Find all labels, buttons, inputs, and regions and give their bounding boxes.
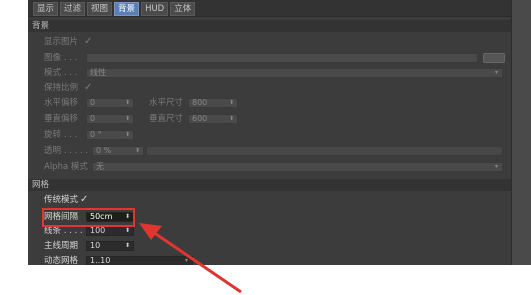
section-header-grid[interactable]: 网格 [28,179,511,191]
mode-dropdown[interactable]: 线性 ▾ [86,68,503,78]
h-offset-value: 0 [90,98,96,107]
spinner-icon[interactable]: ⬍ [125,115,130,123]
alpha-mode-label: Alpha 模式 [44,162,88,172]
highlight-box [42,208,135,227]
v-offset-value: 0 [90,114,96,123]
h-offset-label: 水平偏移 [44,98,79,108]
row-offset-size-h: 水平偏移 0 ⬍ 水平尺寸 800 ⬍ [28,96,511,110]
major-period-label: 主线周期 [44,241,79,251]
row-offset-size-v: 垂直偏移 0 ⬍ 垂直尺寸 600 ⬍ [28,112,511,126]
tab-view[interactable]: 视图 [87,2,113,16]
keep-ratio-checkbox-icon[interactable]: ✓ [84,81,92,95]
image-browse-button[interactable] [483,53,505,63]
chevron-down-icon: ▾ [494,163,498,170]
dynamic-grid-value: 1..10 [90,256,111,265]
mode-value: 线性 [90,68,106,77]
row-dynamic-grid: 动态网格 1..10 ▾ [28,254,511,265]
spinner-icon[interactable]: ⬍ [125,227,130,235]
tab-stereo[interactable]: 立体 [170,2,196,16]
tab-filter[interactable]: 过滤 [60,2,86,16]
row-alpha-mode: Alpha 模式 无 ▾ [28,160,511,174]
image-label: 图像 . . . [44,53,78,63]
row-transparency: 透明 . . . . . 0 % ⬍ [28,144,511,158]
spinner-icon[interactable]: ⬍ [135,147,140,155]
row-image: 图像 . . . [28,51,511,65]
transparency-slider[interactable] [146,146,503,156]
h-offset-field[interactable]: 0 ⬍ [86,98,134,108]
show-image-checkbox-icon[interactable]: ✓ [84,35,92,49]
chevron-down-icon: ▾ [494,69,498,76]
spinner-icon[interactable]: ⬍ [229,115,234,123]
row-keep-ratio: 保持比例 ✓ [28,81,511,95]
legacy-mode-label: 传统模式 [44,195,79,205]
chevron-down-icon: ▾ [184,257,188,264]
row-legacy-mode: 传统模式 ✓ [28,193,511,207]
major-period-value: 10 [90,241,101,250]
v-offset-field[interactable]: 0 ⬍ [86,114,134,124]
right-scrollbar[interactable] [511,0,531,265]
spinner-icon[interactable]: ⬍ [125,99,130,107]
v-offset-label: 垂直偏移 [44,114,79,124]
spinner-icon[interactable]: ⬍ [229,99,234,107]
row-show-image: 显示图片 ✓ [28,35,511,49]
transparency-field[interactable]: 0 % ⬍ [92,146,144,156]
section-header-background[interactable]: 背景 [28,20,511,32]
transparency-label: 透明 . . . . . [44,146,89,156]
h-size-value: 800 [192,98,208,107]
tab-background[interactable]: 背景 [114,2,140,16]
spinner-icon[interactable]: ⬍ [125,131,130,139]
row-major-period: 主线周期 10 ⬍ [28,239,511,253]
tab-bar: 显示 过滤 视图 背景 HUD 立体 [28,0,511,17]
transparency-value: 0 % [96,146,112,155]
rotate-label: 旋转 . . . [44,130,78,140]
legacy-mode-checkbox-icon[interactable]: ✓ [80,193,88,207]
rotate-field[interactable]: 0 ° ⬍ [86,130,134,140]
show-image-label: 显示图片 [44,37,79,47]
v-size-field[interactable]: 600 ⬍ [188,114,238,124]
mode-label: 模式 . . . [44,68,78,78]
alpha-mode-dropdown[interactable]: 无 ▾ [92,162,503,172]
v-size-label: 垂直尺寸 [149,114,184,124]
dynamic-grid-label: 动态网格 [44,256,79,265]
keep-ratio-label: 保持比例 [44,83,79,93]
dynamic-grid-dropdown[interactable]: 1..10 ▾ [86,256,193,265]
row-mode: 模式 . . . 线性 ▾ [28,66,511,80]
major-period-field[interactable]: 10 ⬍ [86,241,134,251]
tab-hud[interactable]: HUD [141,2,169,16]
row-rotate: 旋转 . . . 0 ° ⬍ [28,128,511,142]
tab-display[interactable]: 显示 [33,2,59,16]
lines-field[interactable]: 100 ⬍ [86,226,134,236]
rotate-value: 0 ° [90,130,102,139]
h-size-field[interactable]: 800 ⬍ [188,98,238,108]
v-size-value: 600 [192,114,208,123]
alpha-mode-value: 无 [96,162,104,171]
h-size-label: 水平尺寸 [149,98,184,108]
lines-value: 100 [90,226,106,235]
image-path-field[interactable] [86,53,478,63]
spinner-icon[interactable]: ⬍ [125,242,130,250]
